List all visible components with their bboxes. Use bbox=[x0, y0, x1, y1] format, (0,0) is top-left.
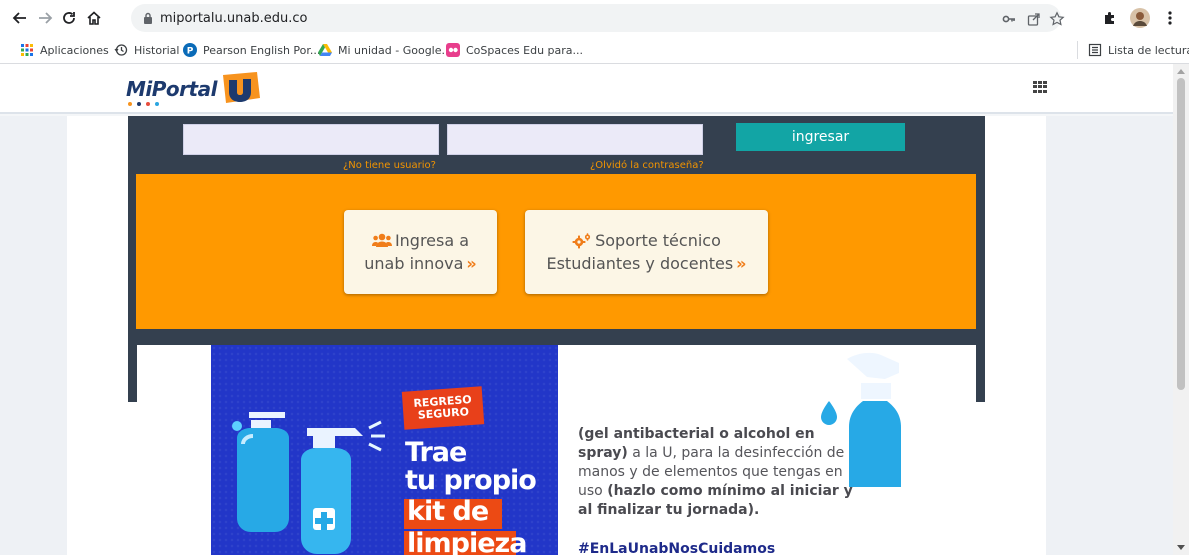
card-title-line2: Estudiantes y docentes bbox=[546, 254, 734, 273]
promo-banner[interactable]: REGRESO SEGURO Trae tu propio kit de lim… bbox=[137, 345, 976, 555]
bookmarks-bar: Aplicaciones Historial P Pearson English… bbox=[0, 36, 1189, 64]
username-input[interactable] bbox=[183, 124, 439, 155]
pearson-icon: P bbox=[183, 43, 197, 57]
apps-grid-icon bbox=[20, 43, 34, 57]
quick-links-box: Ingresa a unab innova» Soporte técnico E… bbox=[136, 174, 976, 329]
headline-line4: limpieza bbox=[407, 528, 527, 555]
scroll-down-arrow-icon[interactable] bbox=[1177, 545, 1185, 550]
share-icon[interactable] bbox=[1026, 11, 1042, 27]
bookmark-label: Pearson English Por... bbox=[203, 43, 321, 57]
bookmark-label: Mi unidad - Google... bbox=[338, 43, 452, 57]
lock-icon bbox=[144, 12, 152, 24]
history-icon bbox=[114, 43, 128, 57]
hashtag-text: #EnLaUnabNosCuidamos bbox=[578, 541, 776, 555]
cospaces-icon bbox=[446, 43, 460, 57]
bookmark-pearson[interactable]: P Pearson English Por... bbox=[183, 41, 320, 59]
bookmark-label: Historial bbox=[134, 43, 180, 57]
browser-toolbar: miportalu.unab.edu.co bbox=[0, 0, 1189, 36]
reading-list-button[interactable]: Lista de lectura bbox=[1088, 41, 1189, 59]
puzzle-icon bbox=[1105, 12, 1114, 24]
back-button[interactable] bbox=[8, 6, 32, 30]
url-text: miportalu.unab.edu.co bbox=[160, 11, 308, 26]
bookmark-historial[interactable]: Historial bbox=[114, 41, 179, 59]
forward-arrow-icon bbox=[39, 12, 53, 24]
back-arrow-icon bbox=[12, 12, 26, 24]
bookmarks-divider bbox=[1077, 41, 1078, 59]
spray-bottle-icon bbox=[821, 352, 901, 487]
forward-button[interactable] bbox=[33, 6, 57, 30]
avatar bbox=[1130, 8, 1150, 28]
banner-graphic: REGRESO SEGURO Trae tu propio kit de lim… bbox=[211, 345, 558, 555]
home-button[interactable] bbox=[82, 6, 106, 30]
google-drive-icon bbox=[318, 43, 332, 57]
menu-button[interactable] bbox=[1158, 6, 1182, 30]
profile-button[interactable] bbox=[1128, 6, 1152, 30]
reading-list-label: Lista de lectura bbox=[1108, 43, 1189, 57]
bookmark-star-icon[interactable] bbox=[1049, 11, 1065, 27]
page-viewport: MiPortal ingresar ¿No tiene usuario? ¿Ol bbox=[0, 64, 1173, 555]
scroll-up-arrow-icon[interactable] bbox=[1177, 69, 1185, 74]
svg-text:P: P bbox=[187, 47, 194, 57]
scrollbar-thumb[interactable] bbox=[1177, 78, 1185, 390]
miportal-logo[interactable]: MiPortal bbox=[126, 71, 263, 107]
double-chevron-right-icon: » bbox=[736, 254, 747, 273]
reading-list-icon bbox=[1088, 43, 1102, 57]
unab-innova-card[interactable]: Ingresa a unab innova» bbox=[344, 210, 497, 294]
reload-button[interactable] bbox=[57, 6, 81, 30]
users-icon bbox=[371, 233, 392, 247]
headline-line2: tu propio bbox=[405, 465, 537, 496]
logo-text: MiPortal bbox=[126, 77, 217, 101]
bookmark-google-drive[interactable]: Mi unidad - Google... bbox=[318, 41, 452, 59]
extensions-button[interactable] bbox=[1098, 6, 1122, 30]
login-button[interactable]: ingresar bbox=[736, 123, 905, 151]
bookmark-aplicaciones[interactable]: Aplicaciones bbox=[20, 41, 109, 59]
right-margin bbox=[1046, 116, 1173, 555]
headline-line1: Trae bbox=[405, 437, 467, 468]
logo-dots bbox=[128, 102, 159, 106]
key-icon[interactable] bbox=[1001, 11, 1017, 27]
reload-icon bbox=[63, 12, 75, 24]
logo-u-mark-icon bbox=[222, 72, 260, 103]
left-margin bbox=[0, 116, 67, 555]
address-bar[interactable]: miportalu.unab.edu.co bbox=[131, 4, 1065, 32]
card-title-line2: unab innova bbox=[364, 254, 464, 273]
kebab-menu-icon bbox=[1168, 11, 1172, 25]
page-scrollbar[interactable] bbox=[1173, 64, 1189, 555]
promo-bold-2: (hazlo como mínimo al iniciar y al final… bbox=[578, 483, 853, 518]
card-title-line1: Ingresa a bbox=[394, 231, 470, 250]
bookmark-label: Aplicaciones bbox=[40, 43, 109, 57]
home-icon bbox=[87, 11, 101, 25]
double-chevron-right-icon: » bbox=[466, 254, 477, 273]
card-title-line1: Soporte técnico bbox=[595, 231, 721, 250]
apps-menu-icon[interactable] bbox=[1033, 81, 1047, 93]
headline-line3: kit de bbox=[407, 496, 489, 527]
bookmark-cospaces[interactable]: CoSpaces Edu para... bbox=[446, 41, 583, 59]
soporte-tecnico-card[interactable]: Soporte técnico Estudiantes y docentes» bbox=[525, 210, 768, 294]
no-user-link[interactable]: ¿No tiene usuario? bbox=[343, 160, 436, 171]
forgot-password-link[interactable]: ¿Olvidó la contraseña? bbox=[590, 160, 704, 171]
bookmark-label: CoSpaces Edu para... bbox=[466, 43, 584, 57]
password-input[interactable] bbox=[447, 124, 703, 155]
promo-text: (gel antibacterial o alcohol en spray) a… bbox=[578, 425, 858, 520]
site-header: MiPortal bbox=[0, 64, 1173, 114]
regreso-seguro-badge: REGRESO SEGURO bbox=[401, 386, 485, 430]
gears-icon bbox=[572, 232, 591, 248]
sanitizer-bottles-icon bbox=[232, 412, 385, 554]
